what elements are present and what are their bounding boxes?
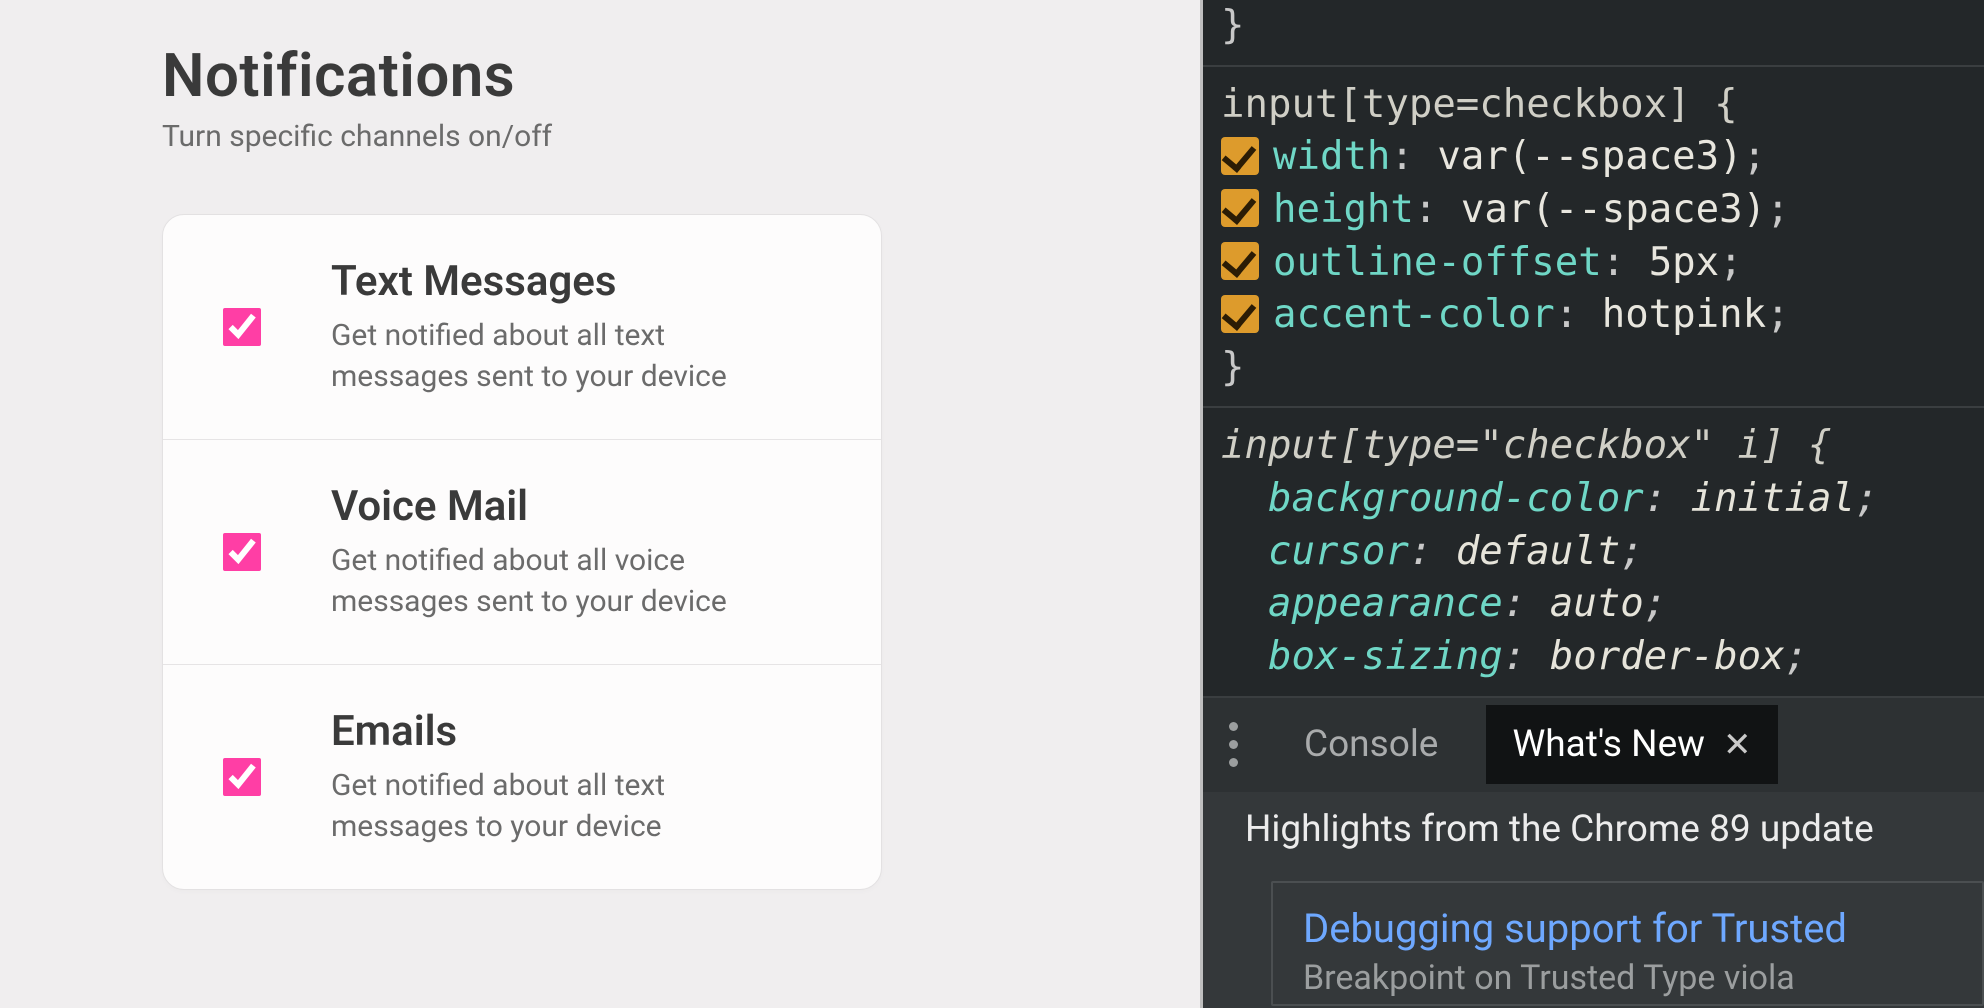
css-selector[interactable]: input[type=checkbox] {: [1221, 82, 1738, 127]
css-prop[interactable]: accent-color: [1273, 292, 1555, 337]
article-subtitle: Breakpoint on Trusted Type viola: [1303, 958, 1952, 998]
notification-row-emails: Emails Get notified about all text messa…: [163, 665, 881, 889]
row-title: Voice Mail: [331, 482, 761, 531]
css-prop: background-color: [1268, 476, 1644, 521]
whats-new-article[interactable]: Debugging support for Trusted Breakpoint…: [1271, 881, 1984, 1006]
article-title[interactable]: Debugging support for Trusted: [1303, 905, 1952, 952]
notifications-heading: Notifications: [162, 40, 1200, 111]
close-icon[interactable]: ✕: [1723, 728, 1752, 762]
row-desc: Get notified about all text messages to …: [331, 766, 761, 847]
user-agent-rule: input[type="checkbox" i] { background-co…: [1221, 420, 1966, 683]
row-text: Voice Mail Get notified about all voice …: [331, 482, 761, 622]
rule-divider: [1203, 406, 1984, 408]
css-val[interactable]: var(--space3): [1461, 187, 1766, 232]
tab-whats-new[interactable]: What's New ✕: [1486, 705, 1777, 784]
drawer-body: Highlights from the Chrome 89 update Deb…: [1203, 792, 1984, 1008]
notifications-card: Text Messages Get notified about all tex…: [162, 214, 882, 890]
css-prop: appearance: [1268, 581, 1503, 626]
kebab-menu-icon[interactable]: [1221, 722, 1256, 767]
drawer-tabstrip: Console What's New ✕: [1203, 698, 1984, 792]
css-prop: box-sizing: [1268, 634, 1503, 679]
css-val[interactable]: 5px: [1649, 240, 1719, 285]
brace-close: }: [1221, 3, 1244, 48]
property-toggle-checkbox[interactable]: [1221, 242, 1259, 280]
row-desc: Get notified about all text messages sen…: [331, 316, 761, 397]
notification-row-voice-mail: Voice Mail Get notified about all voice …: [163, 440, 881, 665]
css-prop: cursor: [1268, 529, 1409, 574]
notifications-subheading: Turn specific channels on/off: [162, 119, 1200, 154]
css-val: auto: [1550, 581, 1644, 626]
checkbox-voice-mail[interactable]: [223, 533, 261, 571]
css-selector: input[type="checkbox" i] {: [1221, 423, 1831, 468]
css-val: initial: [1691, 476, 1855, 521]
css-val[interactable]: hotpink: [1602, 292, 1766, 337]
row-text: Text Messages Get notified about all tex…: [331, 257, 761, 397]
devtools-drawer: Console What's New ✕ Highlights from the…: [1203, 696, 1984, 1008]
property-toggle-checkbox[interactable]: [1221, 189, 1259, 227]
css-prop[interactable]: height: [1273, 187, 1414, 232]
row-title: Text Messages: [331, 257, 761, 306]
row-title: Emails: [331, 707, 761, 756]
css-prop[interactable]: outline-offset: [1273, 240, 1602, 285]
row-text: Emails Get notified about all text messa…: [331, 707, 761, 847]
page-preview: Notifications Turn specific channels on/…: [0, 0, 1203, 1008]
brace-close: }: [1221, 345, 1244, 390]
styles-panel[interactable]: } input[type=checkbox] { width: var(--sp…: [1203, 0, 1984, 696]
whats-new-heading: Highlights from the Chrome 89 update: [1245, 808, 1984, 851]
notification-row-text-messages: Text Messages Get notified about all tex…: [163, 215, 881, 440]
css-val[interactable]: var(--space3): [1437, 134, 1742, 179]
tab-label: What's New: [1512, 723, 1705, 766]
property-toggle-checkbox[interactable]: [1221, 295, 1259, 333]
rule-divider: [1203, 65, 1984, 67]
css-val: border-box: [1550, 634, 1785, 679]
checkbox-text-messages[interactable]: [223, 308, 261, 346]
css-val: default: [1456, 529, 1620, 574]
css-prop[interactable]: width: [1273, 134, 1390, 179]
row-desc: Get notified about all voice messages se…: [331, 541, 761, 622]
tab-console[interactable]: Console: [1278, 705, 1464, 784]
checkbox-emails[interactable]: [223, 758, 261, 796]
property-toggle-checkbox[interactable]: [1221, 137, 1259, 175]
devtools-pane: } input[type=checkbox] { width: var(--sp…: [1203, 0, 1984, 1008]
